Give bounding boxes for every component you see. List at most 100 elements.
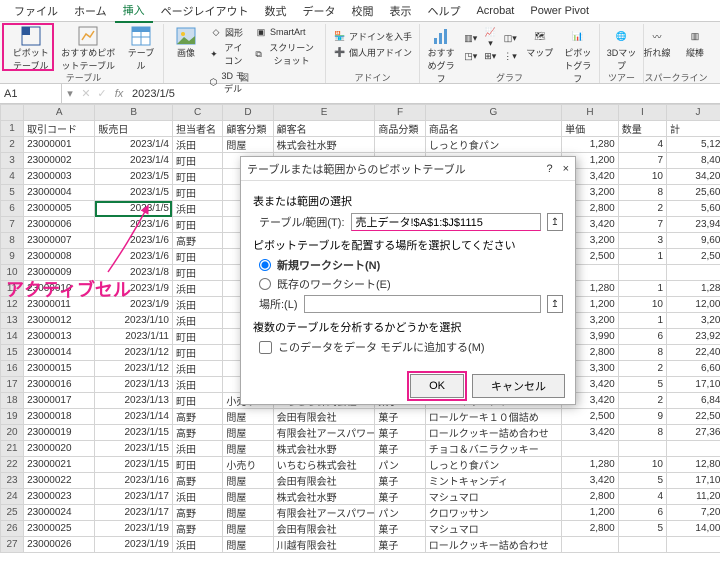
cell[interactable]: 有限会社アースパワー	[273, 425, 375, 441]
cell[interactable]: 2023/1/17	[95, 505, 173, 521]
chart-combo-icon[interactable]: ◫▾	[501, 26, 520, 50]
cell[interactable]: 3,420	[562, 425, 619, 441]
cell[interactable]	[618, 441, 666, 457]
cell[interactable]: 菓子	[375, 425, 425, 441]
cell[interactable]: 高野	[172, 521, 222, 537]
cell[interactable]: 23000025	[24, 521, 95, 537]
cell[interactable]: 22,500	[667, 409, 720, 425]
chart-col-icon[interactable]: ▥▾	[461, 26, 480, 50]
cell[interactable]: 23000004	[24, 185, 95, 201]
cell[interactable]	[562, 441, 619, 457]
cell[interactable]: 1,200	[562, 505, 619, 521]
cell[interactable]: 2023/1/12	[95, 361, 173, 377]
col-header-B[interactable]: B	[95, 105, 173, 121]
cell[interactable]: マシュマロ	[425, 489, 561, 505]
cell[interactable]: 23000020	[24, 441, 95, 457]
cell[interactable]: 5	[618, 473, 666, 489]
location-selector-button[interactable]: ↥	[547, 295, 563, 313]
tab-校閲[interactable]: 校閲	[343, 0, 381, 22]
cell[interactable]: 問屋	[223, 425, 273, 441]
range-input[interactable]	[351, 213, 542, 231]
recommended-pivot-button[interactable]: おすすめピボットテーブル	[56, 24, 121, 74]
col-header-A[interactable]: A	[24, 105, 95, 121]
cell[interactable]: 23000018	[24, 409, 95, 425]
tab-ホーム[interactable]: ホーム	[66, 0, 115, 22]
cell[interactable]: 23000016	[24, 377, 95, 393]
cell[interactable]: 浜田	[172, 361, 222, 377]
cell[interactable]: 3,420	[562, 473, 619, 489]
cell[interactable]: 10	[618, 457, 666, 473]
cell[interactable]: 6	[618, 505, 666, 521]
cell[interactable]: 2	[618, 393, 666, 409]
cell[interactable]: 2023/1/15	[95, 457, 173, 473]
cell[interactable]: 菓子	[375, 441, 425, 457]
col-header-D[interactable]: D	[223, 105, 273, 121]
cell[interactable]: 2023/1/6	[95, 217, 173, 233]
cell[interactable]: 2023/1/13	[95, 393, 173, 409]
cell[interactable]: 2023/1/4	[95, 153, 173, 169]
cell[interactable]: 23000019	[24, 425, 95, 441]
cell[interactable]	[667, 441, 720, 457]
cell[interactable]: 2023/1/19	[95, 537, 173, 553]
cell[interactable]: 会田有限会社	[273, 409, 375, 425]
cell[interactable]: 23000015	[24, 361, 95, 377]
row-header[interactable]: 25	[1, 505, 24, 521]
cell[interactable]: 1	[618, 281, 666, 297]
screenshot-button[interactable]: ⧉スクリーンショット	[251, 40, 321, 68]
cell[interactable]: 取引コード	[24, 121, 95, 137]
row-header[interactable]: 3	[1, 153, 24, 169]
col-header-I[interactable]: I	[618, 105, 666, 121]
col-header-C[interactable]: C	[172, 105, 222, 121]
cell[interactable]: 問屋	[223, 537, 273, 553]
cell[interactable]: 数量	[618, 121, 666, 137]
cell[interactable]: 22,400	[667, 345, 720, 361]
cell[interactable]: 株式会社水野	[273, 441, 375, 457]
row-header[interactable]: 16	[1, 361, 24, 377]
cell[interactable]: 23,940	[667, 217, 720, 233]
table-button[interactable]: テーブル	[123, 24, 159, 74]
cell[interactable]: 問屋	[223, 441, 273, 457]
cell[interactable]: 問屋	[223, 409, 273, 425]
cell[interactable]: 2023/1/19	[95, 521, 173, 537]
cancel-formula-icon[interactable]: ✕	[78, 87, 94, 100]
cell[interactable]: 顧客分類	[223, 121, 273, 137]
cell[interactable]: 浜田	[172, 537, 222, 553]
row-header[interactable]: 19	[1, 409, 24, 425]
cell[interactable]: 10	[618, 297, 666, 313]
row-header[interactable]: 5	[1, 185, 24, 201]
range-selector-button[interactable]: ↥	[547, 213, 563, 231]
cell[interactable]: 23000024	[24, 505, 95, 521]
cell[interactable]: ミントキャンディ	[425, 473, 561, 489]
col-header-F[interactable]: F	[375, 105, 425, 121]
cell[interactable]: しっとり食パン	[425, 457, 561, 473]
fx-icon[interactable]: fx	[110, 88, 128, 100]
cell[interactable]: 町田	[172, 393, 222, 409]
cell[interactable]: 浜田	[172, 489, 222, 505]
cell[interactable]: 23000003	[24, 169, 95, 185]
checkbox-data-model[interactable]	[259, 341, 272, 354]
chart-hier-icon[interactable]: ◳▾	[461, 50, 480, 63]
cell[interactable]: 14,000	[667, 521, 720, 537]
cell[interactable]: 23000007	[24, 233, 95, 249]
smartart-button[interactable]: ▣SmartArt	[251, 24, 321, 40]
help-button[interactable]: ?	[546, 163, 552, 175]
tab-Power Pivot[interactable]: Power Pivot	[522, 2, 597, 20]
cell[interactable]: 23000008	[24, 249, 95, 265]
cell[interactable]: 町田	[172, 265, 222, 281]
row-header[interactable]: 13	[1, 313, 24, 329]
cell[interactable]: 23000011	[24, 297, 95, 313]
cell[interactable]: 2023/1/11	[95, 329, 173, 345]
cell[interactable]: 2,500	[667, 249, 720, 265]
cell[interactable]: 5	[618, 521, 666, 537]
map3d-button[interactable]: 🌐3Dマップ	[604, 24, 640, 74]
cell[interactable]: 高野	[172, 473, 222, 489]
cell[interactable]: 3,200	[667, 313, 720, 329]
cell[interactable]: 浜田	[172, 201, 222, 217]
radio-existing-sheet[interactable]	[259, 278, 271, 290]
row-header[interactable]: 23	[1, 473, 24, 489]
cell[interactable]: 8,400	[667, 153, 720, 169]
row-header[interactable]: 27	[1, 537, 24, 553]
row-header[interactable]: 26	[1, 521, 24, 537]
cell[interactable]: 23000002	[24, 153, 95, 169]
cell[interactable]: 2023/1/6	[95, 249, 173, 265]
